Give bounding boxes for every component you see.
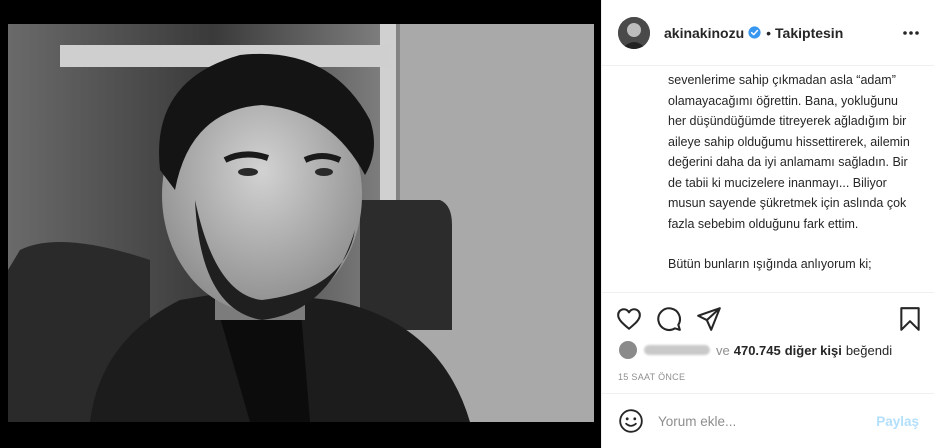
post-photo[interactable] <box>0 0 601 448</box>
heart-icon[interactable] <box>616 306 642 332</box>
likes-summary[interactable]: ve 470.745 diğer kişi beğendi <box>618 340 892 360</box>
photo-illustration <box>0 0 601 448</box>
liker-name-blurred <box>644 345 710 355</box>
more-options-icon[interactable] <box>901 23 921 43</box>
caption-paragraph: sevenlerime sahip çıkmadan asla “adam” o… <box>668 73 910 231</box>
likes-count[interactable]: 470.745 <box>734 343 781 358</box>
post-sidebar: akinakinozu • Takiptesin sevenlerime sah… <box>601 0 934 448</box>
send-icon[interactable] <box>696 306 722 332</box>
header-separator: • <box>766 24 772 41</box>
comment-input[interactable] <box>658 413 877 429</box>
caption-paragraph: Bütün bunların ışığında anlıyorum ki; <box>668 257 872 271</box>
author-avatar[interactable] <box>618 16 650 49</box>
action-bar <box>602 292 934 344</box>
comment-bar: Paylaş <box>602 393 934 448</box>
author-username[interactable]: akinakinozu <box>664 25 744 41</box>
emoji-icon[interactable] <box>618 408 644 434</box>
liker-avatar <box>618 340 638 360</box>
likes-connector: ve <box>716 342 730 358</box>
post-comment-button[interactable]: Paylaş <box>876 414 919 429</box>
following-button[interactable]: Takiptesin <box>775 25 843 41</box>
post-header: akinakinozu • Takiptesin <box>602 0 934 66</box>
likes-others-label[interactable]: diğer kişi <box>785 343 842 358</box>
likes-verb: beğendi <box>845 342 893 358</box>
bookmark-icon[interactable] <box>897 306 923 332</box>
post-caption: sevenlerime sahip çıkmadan asla “adam” o… <box>602 66 934 292</box>
verified-badge-icon <box>748 26 761 39</box>
post-timestamp[interactable]: 15 SAAT ÖNCE <box>618 372 685 382</box>
comment-icon[interactable] <box>656 306 682 332</box>
